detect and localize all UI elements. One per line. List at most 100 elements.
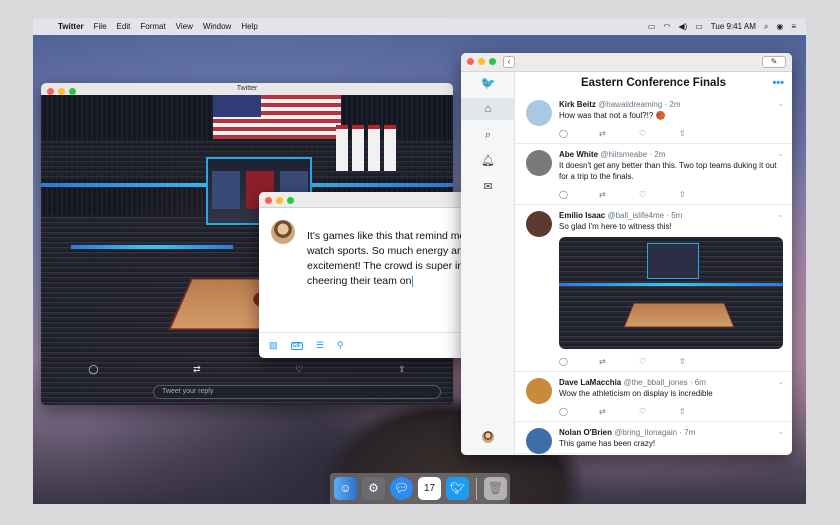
tweet-actions: ◯ ⇄ ♡ ⇧ [559,405,784,417]
menu-window[interactable]: Window [198,22,236,31]
tweet-actions: ◯ ⇄ ♡ ⇧ [559,127,784,139]
more-icon[interactable]: ••• [772,72,784,94]
share-icon[interactable]: ⇧ [398,364,406,375]
like-icon[interactable]: ♡ [295,364,303,375]
minimize-icon[interactable] [478,58,485,65]
chevron-down-icon[interactable]: ⌄ [777,99,784,108]
menu-help[interactable]: Help [236,22,262,31]
menu-edit[interactable]: Edit [112,22,136,31]
twitter-app-icon[interactable]: 🐦︎ [446,477,469,500]
minimize-icon[interactable] [58,88,65,95]
avatar[interactable] [526,150,552,176]
share-icon[interactable]: ⇧ [679,190,719,199]
share-icon[interactable]: ⇧ [679,129,719,138]
avatar[interactable] [482,431,494,443]
tweet-author[interactable]: Emilio Isaac [559,211,605,220]
tweet[interactable]: Nolan O'Brien @bring_itonagain · 7m This… [515,422,792,454]
retweet-icon[interactable]: ⇄ [599,129,639,138]
tweet-handle: @bring_itonagain [614,428,678,437]
timeline-window: ‹ ✎ 🐦 ⌂ ⌕ 🔔︎ ✉ Eastern Conference Finals… [461,53,792,455]
reply-icon[interactable]: ◯ [559,357,599,366]
chevron-down-icon[interactable]: ⌄ [777,427,784,436]
menu-clock[interactable]: Tue 9:41 AM [711,22,756,31]
chevron-down-icon[interactable]: ⌄ [777,210,784,219]
tweet-author[interactable]: Nolan O'Brien [559,428,612,437]
tweet-author[interactable]: Abe White [559,150,598,159]
launchpad-icon[interactable]: ⚙ [362,477,385,500]
wifi-icon[interactable]: ◠ [663,22,670,31]
menu-file[interactable]: File [89,22,112,31]
retweet-icon[interactable]: ⇄ [193,364,201,375]
tweet-photo[interactable] [559,237,783,349]
like-icon[interactable]: ♡ [639,190,679,199]
avatar[interactable] [526,211,552,237]
gif-icon[interactable]: GIF [290,341,303,350]
image-icon[interactable]: ▨ [269,340,278,351]
reply-icon[interactable]: ◯ [559,129,599,138]
menu-view[interactable]: View [171,22,198,31]
minimize-icon[interactable] [276,197,283,204]
window-controls [467,58,496,65]
reply-icon[interactable]: ◯ [559,190,599,199]
close-icon[interactable] [265,197,272,204]
page-title: Eastern Conference Finals ••• [515,72,792,94]
share-icon[interactable]: ⇧ [679,357,719,366]
like-icon[interactable]: ♡ [639,357,679,366]
trash-icon[interactable]: 🗑︎ [484,477,507,500]
notifications-icon[interactable]: 🔔︎ [461,150,515,172]
tweet[interactable]: Emilio Isaac @ball_islife4me · 5m So gla… [515,205,792,372]
messages-icon[interactable]: ✉ [461,176,515,198]
basketball-court [623,303,735,328]
tweet-header: Dave LaMacchia @the_bball_jones · 6m [559,378,784,387]
close-icon[interactable] [47,88,54,95]
chevron-down-icon[interactable]: ⌄ [777,149,784,158]
back-button[interactable]: ‹ [503,56,515,68]
reply-icon[interactable]: ◯ [559,407,599,416]
chevron-down-icon[interactable]: ⌄ [777,377,784,386]
retweet-icon[interactable]: ⇄ [599,357,639,366]
window-controls [265,197,294,204]
reply-icon[interactable]: ◯ [88,364,98,375]
siri-icon[interactable]: ◉ [776,22,783,31]
reply-input[interactable]: Tweet your reply [153,385,441,399]
page-title-text: Eastern Conference Finals [580,77,727,89]
retweet-icon[interactable]: ⇄ [599,407,639,416]
calendar-icon[interactable]: 17 [418,477,441,500]
tweet-author[interactable]: Dave LaMacchia [559,378,621,387]
menu-format[interactable]: Format [135,22,170,31]
tweet[interactable]: Abe White @hiitsmeabe · 2m It doesn't ge… [515,144,792,205]
messages-app-icon[interactable]: 💬︎ [390,477,413,500]
dock: ☺ ⚙ 💬︎ 17 🐦︎ 🗑︎ [330,473,510,504]
finder-icon[interactable]: ☺ [334,477,357,500]
poll-icon[interactable]: ☰ [316,340,324,351]
battery-icon[interactable]: ▭ [695,22,703,31]
avatar[interactable] [526,428,552,454]
compose-tweet-icon[interactable]: ✎ [762,56,786,68]
location-icon[interactable]: ⚲ [337,340,344,351]
like-icon[interactable]: ♡ [639,407,679,416]
avatar[interactable] [526,378,552,404]
zoom-icon[interactable] [69,88,76,95]
spotlight-icon[interactable]: ⌕ [764,22,768,32]
tweet[interactable]: Kirk Beitz @hawaiidreaming · 2m How was … [515,94,792,144]
twitter-bird-icon[interactable]: 🐦 [461,72,515,94]
close-icon[interactable] [467,58,474,65]
tweet-text: It doesn't get any better than this. Two… [559,161,777,181]
airplay-icon[interactable]: ▭ [648,22,656,31]
volume-icon[interactable]: ◀) [678,22,687,31]
banner [368,125,380,171]
avatar[interactable] [526,100,552,126]
like-icon[interactable]: ♡ [639,129,679,138]
notification-center-icon[interactable]: ≡ [791,22,796,31]
search-icon[interactable]: ⌕ [461,124,515,146]
retweet-icon[interactable]: ⇄ [599,190,639,199]
share-icon[interactable]: ⇧ [679,407,719,416]
tweet-author[interactable]: Kirk Beitz [559,100,596,109]
zoom-icon[interactable] [287,197,294,204]
menu-app-name[interactable]: Twitter [53,22,89,31]
home-icon[interactable]: ⌂ [461,98,515,120]
tweet[interactable]: Dave LaMacchia @the_bball_jones · 6m Wow… [515,372,792,422]
tweet-text: Wow the athleticism on display is incred… [559,389,713,398]
basketball-emoji-icon: 🏀 [655,111,666,120]
zoom-icon[interactable] [489,58,496,65]
